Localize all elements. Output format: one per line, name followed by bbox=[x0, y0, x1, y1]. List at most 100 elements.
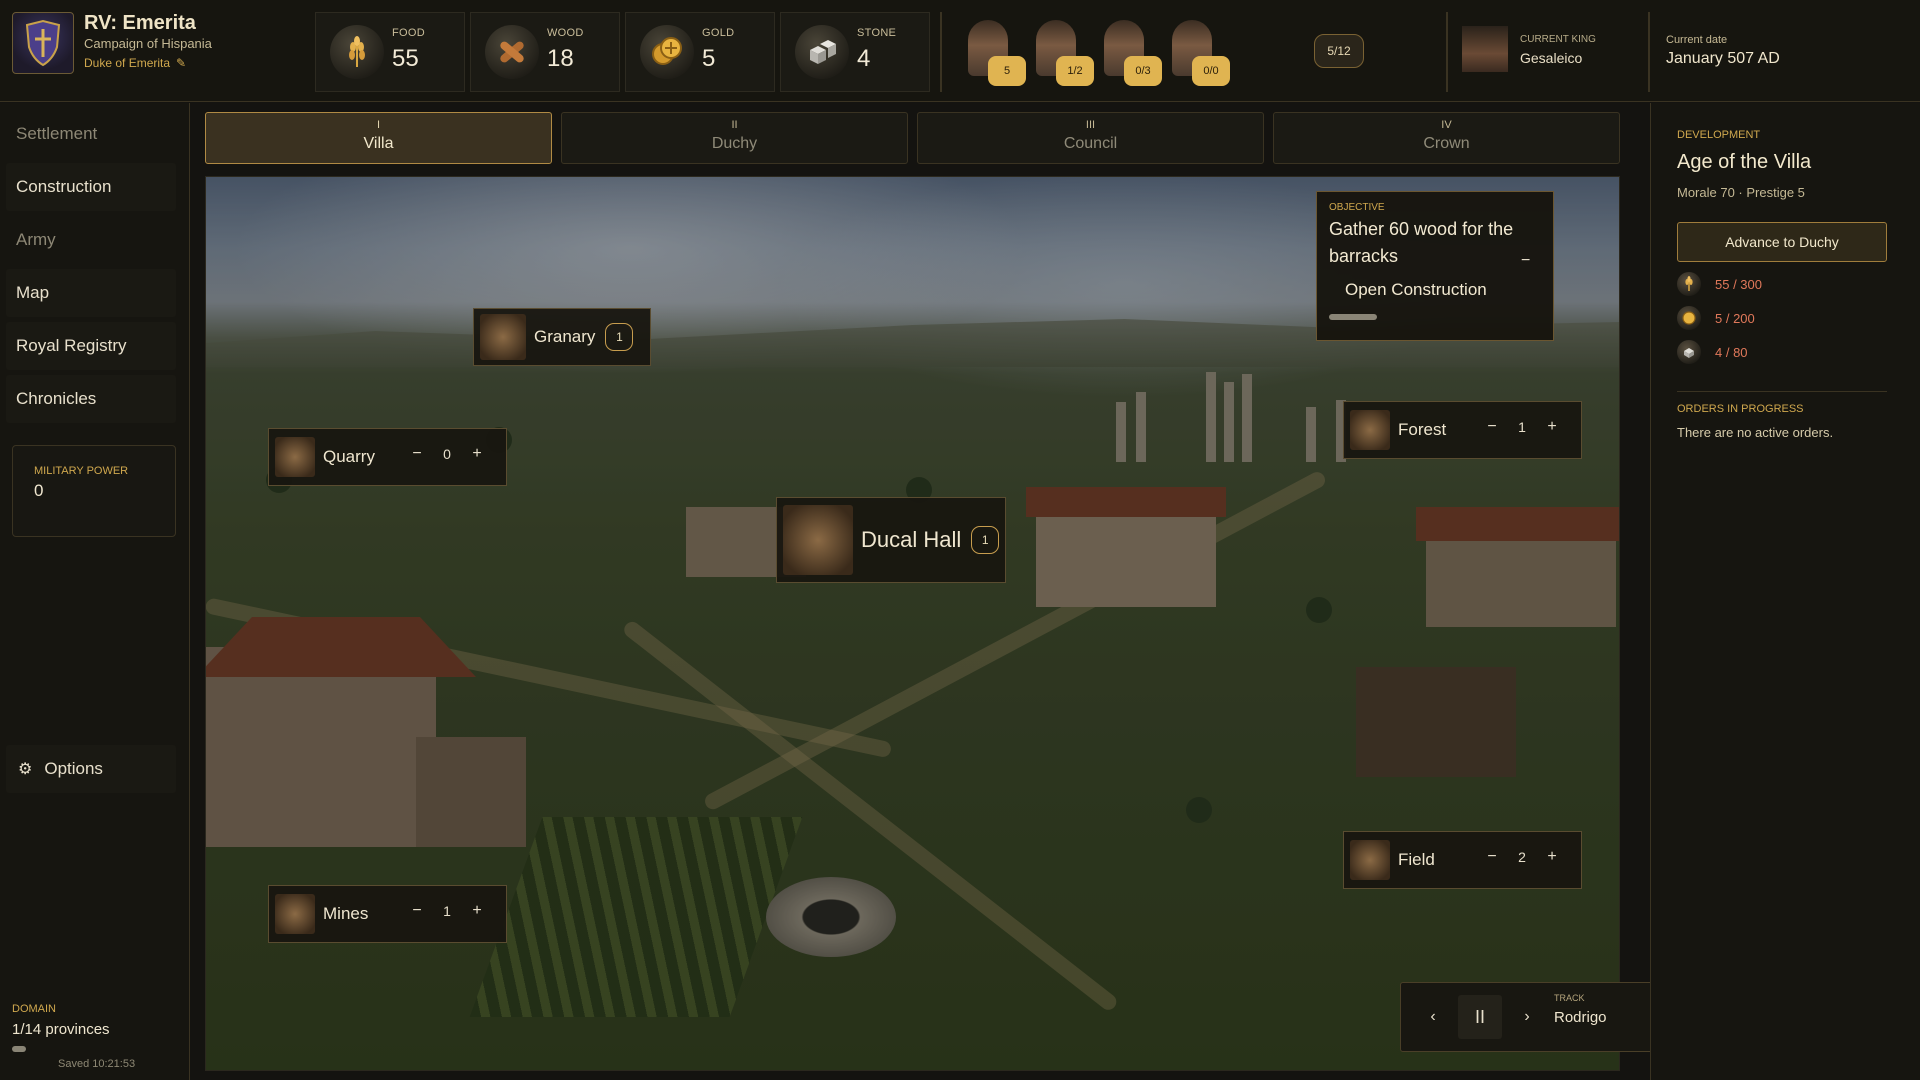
tab-numeral: IV bbox=[1441, 119, 1452, 131]
population-portrait-workers[interactable]: 1/2 bbox=[1030, 14, 1094, 86]
campaign-subtitle: Campaign of Hispania bbox=[84, 36, 212, 51]
building-level-badge: 1 bbox=[971, 526, 1000, 554]
current-date: January 507 AD bbox=[1666, 50, 1780, 67]
sidebar-item-army[interactable]: Army bbox=[6, 216, 176, 264]
decrement-button[interactable]: − bbox=[404, 902, 430, 920]
tab-label: Duchy bbox=[711, 135, 758, 152]
building-field[interactable]: Field − 2 + bbox=[1343, 831, 1582, 889]
building-mines[interactable]: Mines − 1 + bbox=[268, 885, 507, 943]
king-label: CURRENT KING bbox=[1520, 34, 1596, 45]
collapse-button[interactable]: − bbox=[1521, 252, 1530, 270]
tab-label: Villa bbox=[363, 135, 394, 152]
population-badge: 1/2 bbox=[1056, 56, 1094, 86]
building-name: Granary bbox=[534, 327, 596, 346]
rank-label: Duke of Emerita bbox=[84, 56, 171, 70]
stone-block-icon bbox=[1677, 340, 1701, 364]
tab-council[interactable]: III Council bbox=[917, 112, 1264, 164]
tab-duchy[interactable]: II Duchy bbox=[561, 112, 908, 164]
building-granary[interactable]: Granary 1 bbox=[473, 308, 651, 366]
edit-pen-icon[interactable]: ✎ bbox=[176, 56, 186, 70]
resource-label: FOOD bbox=[392, 27, 425, 39]
mines-thumbnail bbox=[275, 894, 315, 934]
tab-numeral: II bbox=[731, 119, 738, 131]
objective-panel: OBJECTIVE Gather 60 wood for the barrack… bbox=[1316, 191, 1554, 341]
building-quarry[interactable]: Quarry − 0 + bbox=[268, 428, 507, 486]
decrement-button[interactable]: − bbox=[1479, 848, 1505, 866]
save-status: Saved 10:21:53 bbox=[58, 1058, 136, 1070]
decrement-button[interactable]: − bbox=[404, 445, 430, 463]
forest-thumbnail bbox=[1350, 410, 1390, 450]
resource-stone: STONE 4 bbox=[780, 12, 930, 92]
requirement-text: 4 / 80 bbox=[1715, 344, 1748, 360]
field-thumbnail bbox=[1350, 840, 1390, 880]
wheat-icon bbox=[330, 25, 384, 79]
previous-track-button[interactable]: ‹ bbox=[1411, 995, 1455, 1039]
divider bbox=[1677, 391, 1887, 392]
current-king[interactable]: CURRENT KING Gesaleico bbox=[1462, 22, 1642, 82]
pause-button[interactable]: II bbox=[1458, 995, 1502, 1039]
next-track-button[interactable]: › bbox=[1505, 995, 1549, 1039]
tab-numeral: I bbox=[376, 119, 381, 131]
increment-button[interactable]: + bbox=[1539, 848, 1565, 866]
shield-crest-icon bbox=[12, 12, 74, 74]
resource-wood: WOOD 18 bbox=[470, 12, 620, 92]
increment-button[interactable]: + bbox=[464, 902, 490, 920]
population-badge: 0/3 bbox=[1124, 56, 1162, 86]
increment-button[interactable]: + bbox=[464, 445, 490, 463]
development-panel: DEVELOPMENT Age of the Villa Morale 70 ·… bbox=[1650, 103, 1920, 1080]
population-portrait-women[interactable]: 0/3 bbox=[1098, 14, 1162, 86]
granary-thumbnail bbox=[480, 314, 526, 360]
sidebar-item-map[interactable]: Map bbox=[6, 269, 176, 317]
sidebar-item-settlement[interactable]: Settlement bbox=[6, 110, 176, 158]
open-construction-link[interactable]: Open Construction bbox=[1345, 280, 1487, 300]
objective-progress-bar bbox=[1329, 314, 1377, 320]
military-power-label: MILITARY POWER bbox=[34, 465, 129, 477]
resource-value: 5 bbox=[702, 45, 716, 72]
tab-villa[interactable]: I Villa bbox=[205, 112, 552, 164]
options-label: Options bbox=[44, 759, 103, 778]
building-forest[interactable]: Forest − 1 + bbox=[1343, 401, 1582, 459]
population-portrait-families[interactable]: 5 bbox=[962, 14, 1026, 86]
domain-progress-bar bbox=[12, 1046, 26, 1052]
population-portrait-soldiers[interactable]: 0/0 bbox=[1166, 14, 1230, 86]
resource-label: GOLD bbox=[702, 27, 735, 39]
increment-button[interactable]: + bbox=[1539, 418, 1565, 436]
building-name: Quarry bbox=[323, 447, 375, 466]
quarry-thumbnail bbox=[275, 437, 315, 477]
sidebar-item-chronicles[interactable]: Chronicles bbox=[6, 375, 176, 423]
building-name: Ducal Hall bbox=[861, 527, 962, 552]
military-power-value: 0 bbox=[34, 481, 44, 500]
domain-value: 1/14 provinces bbox=[12, 1021, 110, 1038]
options-button[interactable]: ⚙ Options bbox=[6, 745, 176, 793]
worker-count: 1 bbox=[443, 903, 451, 919]
decrement-button[interactable]: − bbox=[1479, 418, 1505, 436]
building-level-badge: 1 bbox=[605, 323, 634, 351]
player-rank[interactable]: Duke of Emerita ✎ bbox=[84, 56, 186, 70]
population-counter: 5/12 bbox=[1314, 34, 1364, 68]
development-label: DEVELOPMENT bbox=[1677, 129, 1761, 141]
requirement-food: 55 / 300 bbox=[1677, 271, 1887, 297]
development-stats: Morale 70 · Prestige 5 bbox=[1677, 185, 1805, 200]
development-title: Age of the Villa bbox=[1677, 151, 1812, 173]
population-badge: 5 bbox=[988, 56, 1026, 86]
resource-value: 18 bbox=[547, 45, 574, 72]
resource-gold: GOLD 5 bbox=[625, 12, 775, 92]
requirement-text: 55 / 300 bbox=[1715, 276, 1762, 292]
track-name: Rodrigo bbox=[1554, 1009, 1607, 1026]
resource-value: 4 bbox=[857, 45, 871, 72]
objective-text: Gather 60 wood for the barracks bbox=[1329, 219, 1514, 266]
campaign-header: RV: Emerita Campaign of Hispania Duke of… bbox=[12, 12, 312, 92]
building-name: Mines bbox=[323, 904, 369, 923]
quarry-stepper: − 0 + bbox=[404, 445, 490, 463]
king-name: Gesaleico bbox=[1520, 50, 1583, 66]
mines-stepper: − 1 + bbox=[404, 902, 490, 920]
advance-to-duchy-button[interactable]: Advance to Duchy bbox=[1677, 222, 1887, 262]
divider bbox=[1648, 12, 1650, 92]
tab-crown[interactable]: IV Crown bbox=[1273, 112, 1620, 164]
tab-numeral: III bbox=[1085, 119, 1096, 131]
date-label: Current date bbox=[1666, 34, 1728, 46]
sidebar-item-construction[interactable]: Construction bbox=[6, 163, 176, 211]
sidebar-item-royal-registry[interactable]: Royal Registry bbox=[6, 322, 176, 370]
objective-label: OBJECTIVE bbox=[1329, 202, 1385, 213]
building-ducal-hall[interactable]: Ducal Hall 1 bbox=[776, 497, 1006, 583]
